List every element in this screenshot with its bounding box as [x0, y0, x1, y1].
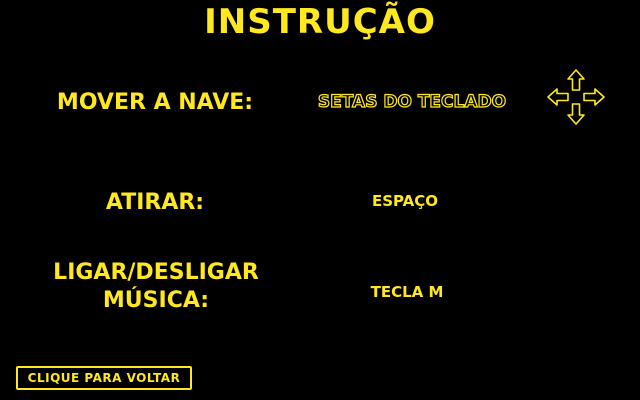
arrow-keys-icon	[547, 69, 605, 125]
move-ship-label: MOVER A NAVE:	[56, 90, 254, 115]
move-ship-value: SETAS DO TECLADO	[317, 91, 507, 112]
shoot-label: ATIRAR:	[105, 190, 205, 215]
toggle-music-label-line2: MÚSICA:	[102, 288, 210, 313]
toggle-music-value: TECLA M	[370, 283, 444, 301]
shoot-value: ESPAÇO	[371, 192, 439, 210]
back-button[interactable]: CLIQUE PARA VOLTAR	[16, 366, 192, 390]
page-title: INSTRUÇÃO	[204, 2, 436, 42]
toggle-music-label-line1: LIGAR/DESLIGAR	[53, 260, 259, 285]
